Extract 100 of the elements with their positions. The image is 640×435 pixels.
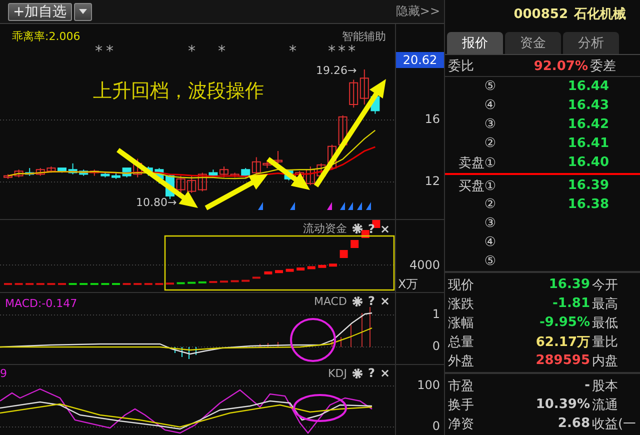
help-button[interactable]: ? bbox=[368, 222, 375, 236]
unit-label: X万 bbox=[398, 276, 418, 293]
stat-label: 外盘 bbox=[448, 352, 475, 370]
stat-label: 涨幅 bbox=[448, 314, 475, 332]
bias-indicator: 乖离率:2.006 bbox=[12, 30, 80, 43]
ask-price: 16.43 bbox=[566, 98, 609, 114]
assist-label: 智能辅助 bbox=[342, 30, 386, 43]
stat-value: 10.39% bbox=[534, 397, 590, 412]
candle bbox=[68, 162, 78, 175]
candle bbox=[360, 68, 369, 105]
tab[interactable]: 报价 bbox=[447, 32, 503, 54]
ask-level-label: ② bbox=[483, 136, 496, 152]
bid-level-label: 买盘① bbox=[457, 178, 496, 194]
candle bbox=[14, 169, 24, 178]
stat-label: 流通 bbox=[592, 396, 619, 414]
candle bbox=[36, 168, 45, 176]
bid-price: 16.39 bbox=[566, 178, 609, 193]
stat-value: -1.81 bbox=[552, 296, 590, 311]
highlight-circle bbox=[290, 318, 336, 362]
stat-value: -9.95% bbox=[538, 315, 590, 330]
stat-label: 内盘 bbox=[592, 352, 619, 370]
settings-icon[interactable] bbox=[352, 368, 363, 378]
ask-price: 16.44 bbox=[566, 79, 609, 94]
star-mark: * bbox=[348, 42, 356, 60]
tab[interactable]: 资金 bbox=[505, 32, 561, 54]
stat-value: - bbox=[584, 378, 590, 393]
bid-level-label: ③ bbox=[483, 216, 496, 231]
fund-flow-bar bbox=[166, 282, 174, 285]
marker-icon bbox=[357, 202, 362, 210]
bid-level-label: ⑤ bbox=[483, 254, 496, 269]
add-watchlist-button[interactable]: +加自选 bbox=[8, 2, 72, 20]
fund-flow-bar bbox=[242, 280, 250, 282]
candle bbox=[46, 166, 56, 174]
stat-label: 最低 bbox=[592, 314, 619, 332]
stat-value: 16.39 bbox=[548, 277, 590, 292]
marker-icon bbox=[348, 202, 353, 210]
help-button[interactable]: ? bbox=[368, 294, 375, 308]
star-mark: * bbox=[188, 42, 196, 60]
candle bbox=[4, 174, 12, 180]
stat-label: 净资 bbox=[448, 416, 475, 432]
settings-icon[interactable] bbox=[352, 223, 363, 234]
fund-flow-bar bbox=[307, 266, 316, 270]
stock-code: 000852 bbox=[514, 6, 568, 22]
candle bbox=[316, 162, 326, 178]
stock-name: 石化机械 bbox=[574, 6, 626, 24]
candle bbox=[187, 175, 196, 194]
star-mark: * bbox=[106, 42, 114, 60]
candle bbox=[198, 172, 207, 192]
stat-value: 2.68 bbox=[556, 416, 590, 431]
candle bbox=[208, 169, 218, 178]
ask-price: 16.42 bbox=[566, 117, 609, 132]
stat-value: 289595 bbox=[534, 353, 590, 368]
fund-flow-bar bbox=[318, 264, 326, 268]
star-mark: * bbox=[338, 42, 346, 60]
close-button[interactable]: × bbox=[380, 294, 390, 308]
close-button[interactable]: × bbox=[380, 222, 390, 236]
diff-label: 委差 bbox=[590, 58, 617, 76]
candle bbox=[328, 144, 336, 170]
tab[interactable]: 分析 bbox=[563, 32, 619, 54]
close-button[interactable]: × bbox=[380, 366, 390, 380]
panel-title: 流动资金 bbox=[302, 221, 347, 236]
stat-label: 股本 bbox=[592, 378, 619, 394]
stat-label: 收益(一 bbox=[592, 416, 638, 432]
stat-label: 今开 bbox=[592, 276, 619, 294]
stat-value: 62.17万 bbox=[534, 334, 590, 350]
marker-icon bbox=[366, 202, 371, 210]
axis-label: 100 bbox=[417, 378, 440, 392]
candle bbox=[230, 172, 240, 178]
star-mark: * bbox=[218, 42, 226, 60]
stat-label: 最高 bbox=[592, 296, 619, 312]
settings-icon[interactable] bbox=[352, 296, 363, 306]
fund-flow-bar bbox=[329, 264, 337, 267]
candle bbox=[176, 175, 186, 195]
dropdown-button[interactable] bbox=[74, 2, 92, 20]
price-tag: 20.62 bbox=[396, 52, 444, 68]
stat-label: 总量 bbox=[448, 334, 475, 350]
help-button[interactable]: ? bbox=[368, 366, 375, 380]
stat-label: 换手 bbox=[448, 396, 475, 414]
axis-label: 12 bbox=[424, 174, 440, 188]
fund-flow-bar bbox=[350, 240, 359, 248]
fund-flow-bar bbox=[340, 250, 348, 258]
marker-icon bbox=[258, 202, 263, 210]
fund-flow-bar bbox=[286, 268, 294, 272]
candle bbox=[100, 172, 110, 178]
axis-label: 1 bbox=[432, 307, 440, 321]
star-mark: * bbox=[95, 42, 102, 60]
candle bbox=[220, 166, 228, 178]
fund-flow-bar bbox=[230, 280, 239, 282]
candle bbox=[262, 160, 272, 169]
low-price-label: 10.80→ bbox=[136, 196, 177, 209]
candle bbox=[154, 168, 164, 184]
hide-link[interactable]: 隐藏>> bbox=[396, 3, 440, 20]
ask-price: 16.41 bbox=[566, 136, 609, 152]
highlight-circle bbox=[293, 394, 347, 422]
stat-label: 市盈 bbox=[448, 378, 475, 394]
marker-icon bbox=[290, 202, 295, 210]
ratio-value: 92.07% bbox=[532, 58, 589, 74]
star-mark: * bbox=[289, 42, 296, 60]
fund-flow-bar bbox=[296, 268, 305, 270]
annotation-text: 上升回档，波段操作 bbox=[93, 80, 264, 102]
